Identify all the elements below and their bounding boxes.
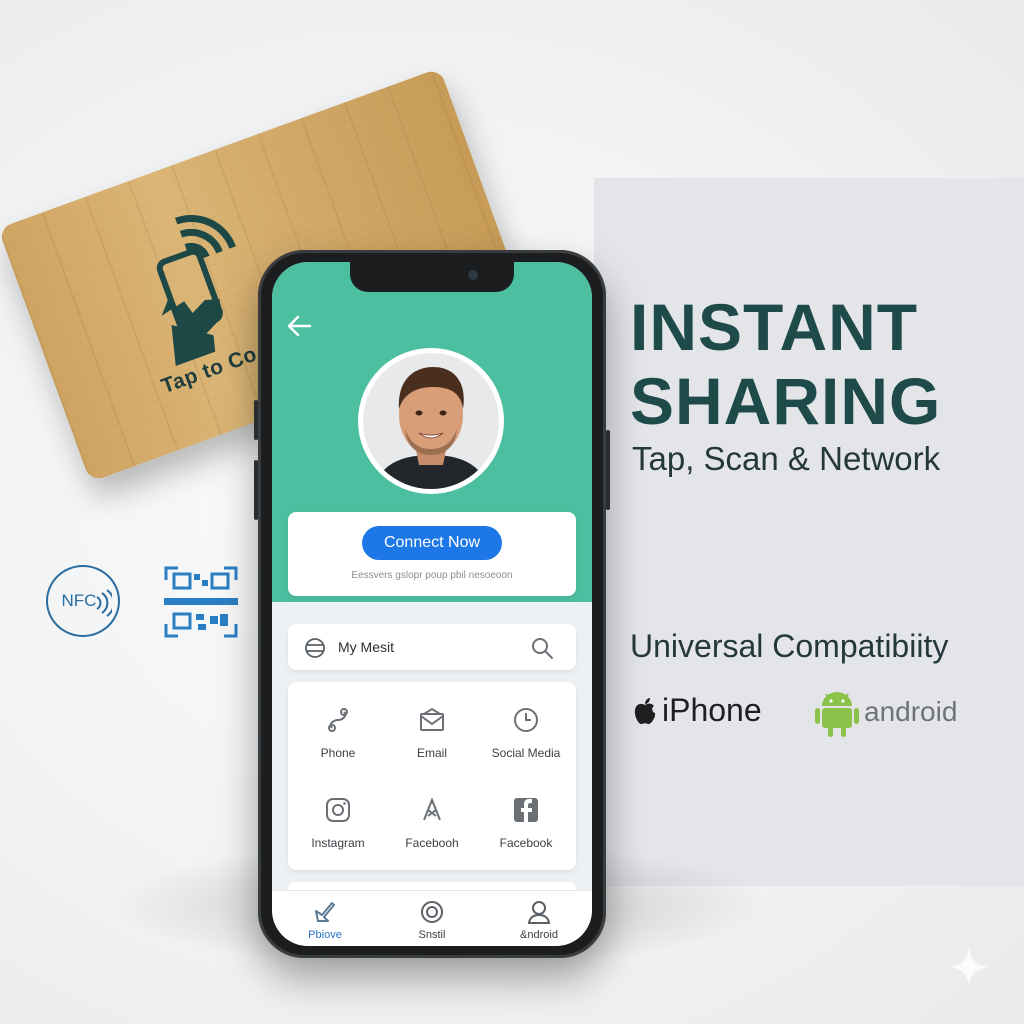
contact-facebook[interactable]: Facebook — [478, 782, 574, 862]
contact-label: Email — [416, 746, 447, 760]
connect-subtext: Eessvers gslopr poup pbil nesoeoon — [351, 570, 513, 581]
contact-social-media[interactable]: Social Media — [478, 692, 574, 772]
camera — [468, 270, 478, 280]
contact-label: Facebooh — [405, 836, 459, 850]
search-text: My Mesit — [338, 639, 394, 655]
circle-icon — [421, 901, 443, 923]
sparkle-icon — [948, 946, 990, 988]
instagram-icon — [326, 798, 350, 822]
contact-grid: Phone Email Social Media Instagram Faceb… — [288, 682, 576, 870]
qr-code-icon — [164, 566, 238, 638]
nav-item-pbiove[interactable]: Pbiove — [272, 891, 378, 946]
contact-facebooh[interactable]: Facebooh — [384, 782, 480, 862]
nfc-label: NFC — [61, 591, 97, 610]
right-panel — [594, 178, 1024, 886]
mail-icon — [420, 707, 444, 731]
phone-screen: Connect Now Eessvers gslopr poup pbil ne… — [272, 262, 592, 946]
phone: Connect Now Eessvers gslopr poup pbil ne… — [254, 250, 610, 958]
subheadline: Tap, Scan & Network — [632, 440, 941, 477]
contact-instagram[interactable]: Instagram — [290, 782, 386, 862]
connect-card: Connect Now Eessvers gslopr poup pbil ne… — [288, 512, 576, 596]
side-button — [254, 400, 258, 440]
clock-icon — [514, 708, 538, 732]
contact-label: Phone — [320, 746, 356, 760]
avatar — [358, 348, 504, 494]
profile-photo — [363, 353, 499, 489]
android-label: android — [864, 696, 958, 727]
nfc-icon — [96, 589, 112, 617]
apple-icon — [634, 697, 656, 724]
facebook-icon — [514, 798, 538, 822]
bottom-nav: Pbiove Snstil &ndroid — [272, 890, 592, 946]
headline: INSTANT SHARING — [630, 290, 941, 438]
compatibility-title: Universal Compatibiity — [630, 628, 949, 664]
link-icon — [328, 708, 348, 732]
nav-label: &ndroid — [520, 929, 558, 941]
connect-now-button[interactable]: Connect Now — [362, 526, 502, 560]
contact-label: Social Media — [491, 746, 561, 760]
nav-item-snstil[interactable]: Snstil — [379, 891, 485, 946]
globe-icon — [305, 638, 325, 658]
side-button — [254, 460, 258, 520]
iphone-logo: iPhone — [632, 692, 762, 729]
headline-line-1: INSTANT — [630, 290, 919, 364]
contact-email[interactable]: Email — [384, 692, 480, 772]
contact-label: Facebook — [499, 836, 553, 850]
nav-label: Pbiove — [308, 929, 342, 941]
iphone-label: iPhone — [662, 692, 762, 728]
pen-icon — [315, 902, 335, 922]
user-icon — [527, 901, 551, 924]
headline-line-2: SHARING — [630, 364, 942, 438]
share-icon — [423, 797, 441, 821]
notch — [350, 262, 514, 292]
nav-label: Snstil — [418, 929, 446, 941]
scene: Tap to Co NFC Connect Now Eessvers gslop… — [0, 0, 1024, 1024]
search-icon[interactable] — [530, 636, 554, 660]
nav-item-android[interactable]: &ndroid — [486, 891, 592, 946]
back-arrow-icon[interactable] — [286, 314, 312, 338]
contact-label: Instagram — [311, 836, 365, 850]
android-icon — [815, 692, 859, 737]
contact-phone[interactable]: Phone — [290, 692, 386, 772]
android-logo: android — [814, 686, 957, 738]
nfc-badge: NFC — [46, 565, 120, 637]
side-button — [606, 430, 610, 510]
search-bar[interactable]: My Mesit — [288, 624, 576, 670]
